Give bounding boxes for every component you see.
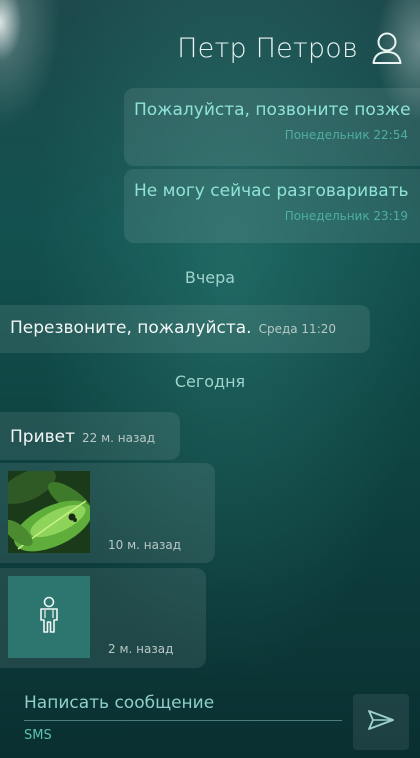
message-photo-attachment[interactable]: 10 м. назад [0,463,215,563]
person-icon[interactable] [372,32,402,64]
message-timestamp: 2 м. назад [108,642,174,656]
date-separator: Вчера [184,268,236,287]
message-timestamp: 22 м. назад [82,431,156,445]
channel-selector[interactable]: SMS [24,728,52,743]
message-timestamp: Среда 11:20 [258,322,337,336]
message-timestamp: Понедельник 23:19 [284,209,408,223]
message-text: Перезвоните, пожалуйста. [10,318,252,338]
message-timestamp: Понедельник 22:54 [284,128,408,142]
message-contact-attachment[interactable]: 2 м. назад [0,568,206,668]
send-icon [367,709,395,735]
message-text: Не могу сейчас разговаривать [134,181,409,201]
compose-area: SMS [0,686,420,758]
conversation-header: Петр Петров [177,28,402,68]
message-outgoing[interactable]: Пожалуйста, позвоните позже Понедельник … [124,88,420,166]
contact-card-thumbnail[interactable] [8,576,90,658]
message-incoming[interactable]: Перезвоните, пожалуйста. Среда 11:20 [0,305,370,353]
send-button[interactable] [353,694,409,750]
input-underline [24,720,342,721]
message-timestamp: 10 м. назад [108,538,181,552]
message-outgoing[interactable]: Не могу сейчас разговаривать Понедельник… [124,169,420,243]
message-input[interactable] [24,690,344,716]
message-text: Пожалуйста, позвоните позже [134,100,411,120]
contact-person-icon [36,596,62,638]
date-separator: Сегодня [174,372,246,391]
contact-name[interactable]: Петр Петров [177,33,358,64]
message-incoming[interactable]: Привет 22 м. назад [0,412,180,460]
photo-thumbnail[interactable] [8,471,90,553]
message-text: Привет [10,427,76,447]
